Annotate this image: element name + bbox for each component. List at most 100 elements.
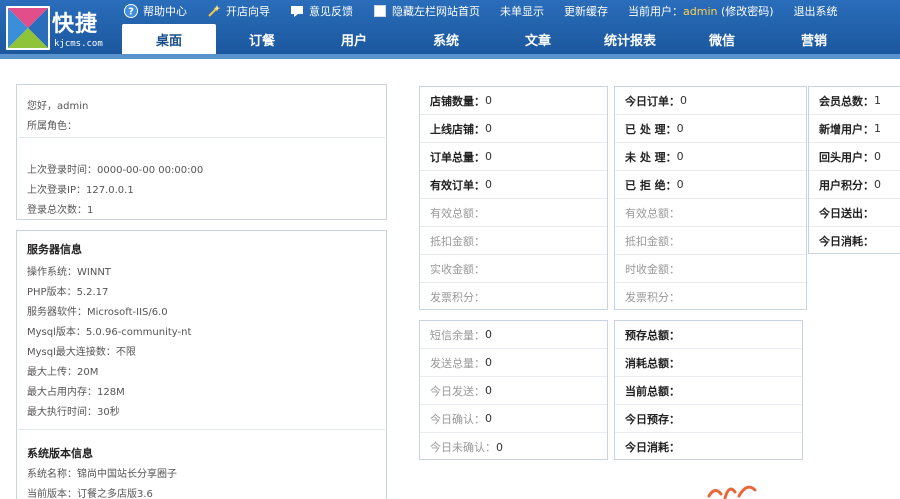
site-home-link[interactable]: 网站首页	[436, 3, 480, 19]
tab-marketing[interactable]: 营销	[768, 24, 860, 54]
today-stat-row: 已 拒 绝： 0	[615, 171, 806, 199]
member-stat-row: 新增用户： 1	[809, 115, 900, 143]
tab-reports[interactable]: 统计报表	[584, 24, 676, 54]
sms-stats-panel: 短信余量： 0 发送总量： 0 今日发送： 0 今日确认： 0 今日未确认： 0	[419, 320, 608, 460]
today-stat-row: 抵扣金额：	[615, 227, 806, 255]
current-user: 当前用户：admin (修改密码)	[628, 3, 774, 19]
today-stat-label: 已 处 理：	[625, 122, 677, 136]
shop-stat-row: 实收金额：	[420, 255, 607, 283]
feedback-link[interactable]: 意见反馈	[290, 3, 353, 19]
shop-stat-row: 店铺数量： 0	[420, 87, 607, 115]
sms-stat-value: 0	[485, 412, 492, 425]
sms-stat-row: 今日未确认： 0	[420, 433, 607, 461]
today-stat-label: 时收金额：	[625, 262, 680, 276]
sms-stat-label: 今日确认：	[430, 412, 485, 426]
update-cache-label: 更新缓存	[564, 5, 608, 18]
update-cache-link[interactable]: 更新缓存	[564, 3, 608, 19]
prepay-stat-row: 当前总额：	[615, 377, 802, 405]
sms-stat-row: 今日发送： 0	[420, 377, 607, 405]
today-stat-label: 抵扣金额：	[625, 234, 680, 248]
shop-stat-row: 抵扣金额：	[420, 227, 607, 255]
welcome-panel: 您好，admin 所属角色： 上次登录时间：0000-00-00 00:00:0…	[16, 84, 387, 220]
shop-stat-label: 店铺数量：	[430, 94, 485, 108]
shop-wizard-label: 开店向导	[226, 5, 270, 18]
prepay-stat-label: 今日预存：	[625, 412, 680, 426]
member-stat-label: 会员总数：	[819, 94, 874, 108]
shop-stat-row: 有效总额：	[420, 199, 607, 227]
prepay-stat-row: 今日消耗：	[615, 433, 802, 461]
prepay-stat-row: 今日预存：	[615, 405, 802, 433]
divider	[18, 429, 385, 430]
prepay-stat-label: 今日消耗：	[625, 441, 680, 454]
shop-stat-value: 0	[485, 150, 492, 163]
member-stat-label: 新增用户：	[819, 122, 874, 136]
server-mysql-conn: Mysql最大连接数：不限	[27, 347, 136, 358]
sms-stat-label: 发送总量：	[430, 356, 485, 370]
tab-desktop[interactable]: 桌面	[122, 24, 216, 54]
shop-stat-label: 有效总额：	[430, 206, 485, 220]
help-center-label: 帮助中心	[143, 5, 187, 18]
greeting: 您好，admin	[27, 101, 89, 112]
logout-label: 退出系统	[793, 5, 838, 18]
member-stat-value: 1	[874, 122, 881, 135]
current-user-label: 当前用户：	[628, 5, 683, 18]
top-links-bar: ? 帮助中心 开店向导 意见反馈 隐藏左栏 网站首页 未单显示 更新缓存 当前用…	[124, 2, 858, 20]
member-stat-row: 用户积分： 0	[809, 171, 900, 199]
shop-wizard-link[interactable]: 开店向导	[207, 3, 270, 19]
shop-stat-label: 实收金额：	[430, 262, 485, 276]
shop-stats-panel: 店铺数量： 0 上线店铺： 0 订单总量： 0 有效订单： 0 有效总额： 抵扣金额： 实收金额：发…	[419, 86, 608, 310]
server-os: 操作系统：WINNT	[27, 267, 111, 278]
tab-system[interactable]: 系统	[400, 24, 492, 54]
prepay-stat-row: 预存总额：	[615, 321, 802, 349]
prepay-stat-label: 消耗总额：	[625, 356, 680, 370]
today-stat-label: 未 处 理：	[625, 150, 677, 164]
show-orders-label: 未单显示	[500, 5, 544, 18]
prepay-stat-label: 当前总额：	[625, 384, 680, 398]
tab-users[interactable]: 用户	[308, 24, 400, 54]
member-stat-row: 回头用户： 0	[809, 143, 900, 171]
shop-stat-value: 0	[485, 94, 492, 107]
feedback-label: 意见反馈	[309, 5, 353, 18]
prepay-stat-row: 消耗总额：	[615, 349, 802, 377]
member-stat-label: 今日送出：	[819, 206, 874, 220]
main-nav: 桌面 订餐 用户 系统 文章 统计报表 微信 营销	[122, 24, 900, 54]
shop-stat-row: 订单总量： 0	[420, 143, 607, 171]
sms-stat-label: 今日未确认：	[430, 441, 496, 454]
watermark-graphic	[707, 485, 757, 499]
shop-stat-label: 订单总量：	[430, 150, 485, 164]
shop-stat-row: 上线店铺： 0	[420, 115, 607, 143]
show-orders-link[interactable]: 未单显示	[500, 3, 544, 19]
sms-stat-label: 今日发送：	[430, 384, 485, 398]
hide-sidebar-toggle[interactable]: 隐藏左栏	[373, 3, 436, 19]
today-stat-row: 时收金额：	[615, 255, 806, 283]
username: admin	[683, 5, 718, 18]
logout-link[interactable]: 退出系统	[794, 3, 838, 19]
today-stat-row: 发票积分：	[615, 283, 806, 311]
server-upload: 最大上传：20M	[27, 367, 99, 378]
tab-order[interactable]: 订餐	[216, 24, 308, 54]
help-center-link[interactable]: ? 帮助中心	[124, 3, 187, 19]
last-login-time: 上次登录时间：0000-00-00 00:00:00	[27, 165, 204, 176]
change-password-link[interactable]: (修改密码)	[721, 5, 774, 18]
member-stat-label: 用户积分：	[819, 178, 874, 192]
logo-mark-icon	[6, 6, 50, 50]
checkbox-icon	[374, 5, 386, 17]
server-exec-time: 最大执行时间：30秒	[27, 407, 120, 418]
wand-icon	[208, 5, 221, 17]
sms-stat-label: 短信余量：	[430, 328, 485, 342]
server-php: PHP版本：5.2.17	[27, 287, 109, 298]
member-stat-label: 回头用户：	[819, 150, 874, 164]
tab-articles[interactable]: 文章	[492, 24, 584, 54]
logo[interactable]: 快捷 kjcms.com	[0, 0, 122, 56]
sms-stat-row: 发送总量： 0	[420, 349, 607, 377]
shop-stat-value: 0	[485, 122, 492, 135]
server-memory: 最大占用内存：128M	[27, 387, 125, 398]
today-stat-label: 发票积分：	[625, 291, 680, 304]
shop-stat-label: 上线店铺：	[430, 122, 485, 136]
member-stat-value: 1	[874, 94, 881, 107]
tab-wechat[interactable]: 微信	[676, 24, 768, 54]
member-stat-row: 今日消耗：	[809, 227, 900, 255]
today-stat-value: 0	[676, 178, 684, 191]
shop-stat-value: 0	[485, 178, 492, 191]
today-stat-value: 0	[680, 94, 687, 107]
